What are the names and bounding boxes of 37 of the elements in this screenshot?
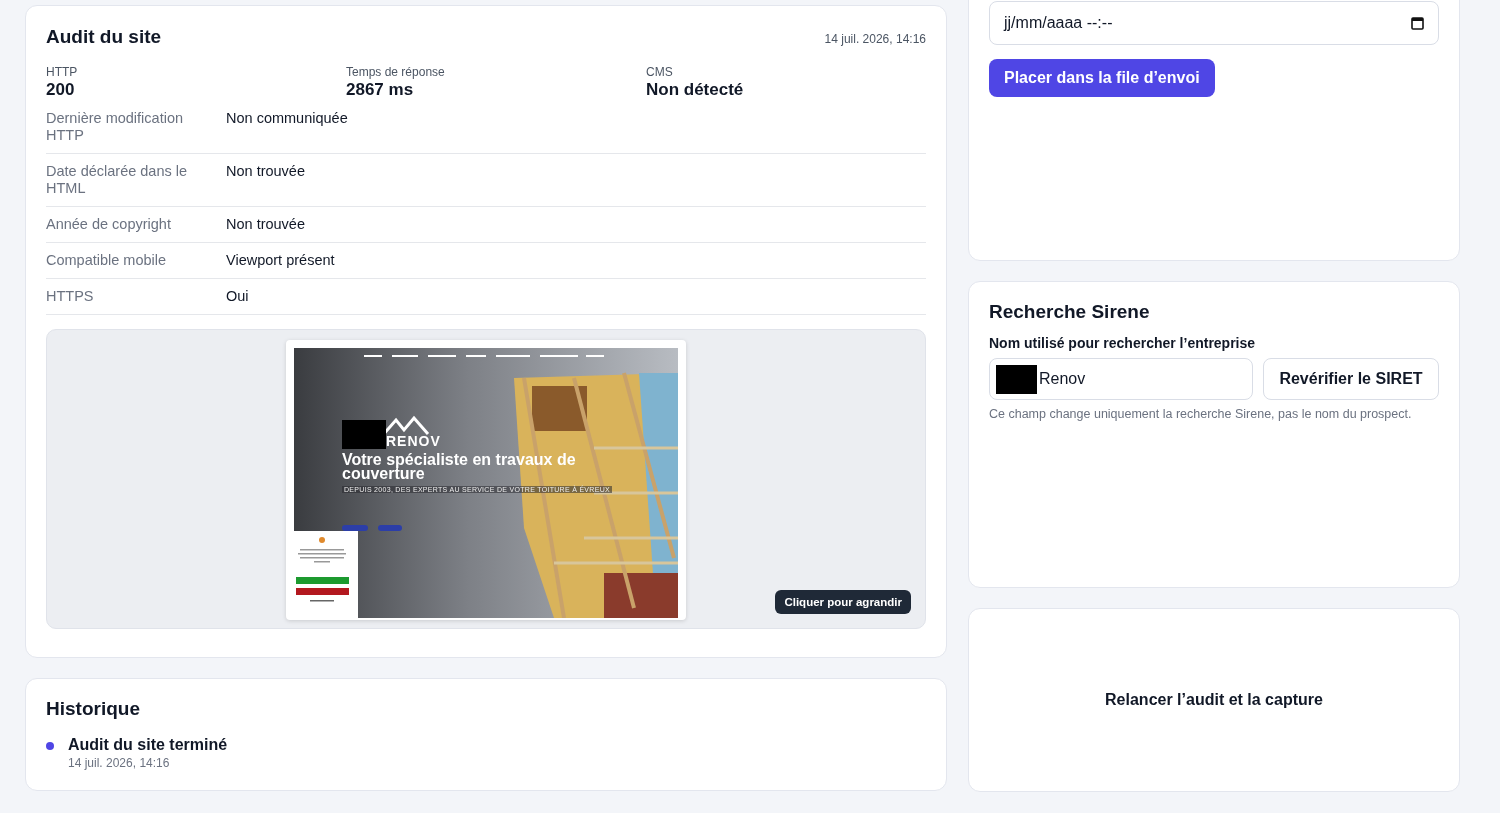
section-title: Audit du site — [46, 26, 162, 48]
metric-label: CMS — [646, 65, 674, 79]
redaction-block — [996, 364, 1037, 394]
detail-label: Compatible mobile — [46, 252, 168, 269]
event-title: Audit du site terminé — [68, 736, 229, 754]
field-label: Nom utilisé pour rechercher l’entreprise — [989, 335, 1257, 351]
contact-buttons-drawing — [342, 524, 402, 532]
detail-value: Non trouvée — [226, 216, 306, 233]
timeline-dot — [46, 742, 54, 750]
detail-label: Date déclarée dans le HTML — [46, 163, 189, 197]
detail-value: Oui — [226, 288, 250, 305]
redaction-block — [342, 420, 386, 449]
enlarge-button[interactable]: Cliquer pour agrandir — [775, 590, 911, 614]
relaunch-button[interactable]: Relancer l’audit et la capture — [1099, 690, 1329, 710]
date-time-field[interactable]: jj/mm/aaaa --:-- — [989, 1, 1439, 45]
detail-value: Non trouvée — [226, 163, 306, 181]
metric-value: 200 — [46, 80, 76, 100]
section-title: Recherche Sirene — [989, 301, 1151, 323]
field-hint: Ce champ change uniquement la recherche Sirene, pas le nom du prospect. — [989, 407, 1413, 421]
detail-label: HTTPS — [46, 288, 95, 305]
event-time: 14 juil. 2026, 14:16 — [68, 756, 171, 770]
metric-label: Temps de réponse — [346, 65, 446, 79]
section-title: Historique — [46, 698, 141, 720]
company-name-field[interactable]: Renov — [989, 358, 1253, 400]
detail-label: Année de copyright — [46, 216, 172, 233]
detail-label: Dernière modification HTTP — [46, 110, 184, 144]
metric-value: 2867 ms — [346, 80, 415, 100]
brand-name: RENOV — [386, 433, 441, 449]
audit-date: 14 juil. 2026, 14:16 — [824, 32, 926, 46]
metric-label: HTTP — [46, 65, 79, 79]
recheck-siret-button[interactable]: Revérifier le SIRET — [1263, 358, 1439, 400]
metric-value: Non détecté — [646, 80, 745, 100]
detail-value: Non communiquée — [226, 110, 349, 128]
calendar-icon[interactable] — [1411, 16, 1424, 30]
queue-button[interactable]: Placer dans la file d’envoi — [989, 59, 1215, 97]
hero-headline: Votre spécialiste en travaux de couverture — [342, 453, 577, 481]
detail-value: Viewport présent — [226, 252, 336, 269]
